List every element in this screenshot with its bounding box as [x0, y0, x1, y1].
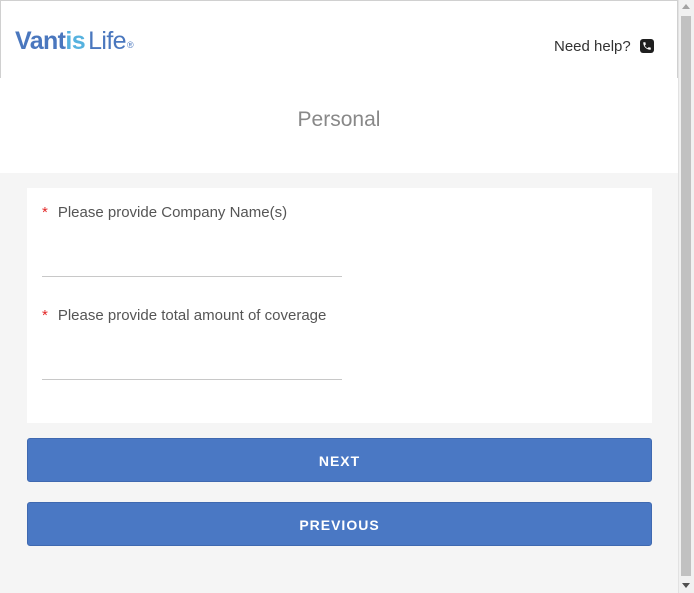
coverage-amount-input[interactable] — [42, 359, 342, 380]
site-header: Vantis Life® Need help? — [0, 0, 678, 79]
logo-text-vant: Vant — [15, 27, 66, 55]
next-button[interactable]: NEXT — [27, 438, 652, 482]
vantis-life-logo[interactable]: Vantis Life® — [15, 25, 134, 57]
coverage-amount-label: * Please provide total amount of coverage — [42, 306, 362, 326]
logo-text-is: is — [65, 27, 86, 55]
required-marker: * — [42, 307, 48, 324]
required-marker: * — [42, 204, 48, 221]
company-name-label-text: Please provide Company Name(s) — [57, 204, 288, 221]
page-title: Personal — [297, 108, 381, 131]
company-name-field: * Please provide Company Name(s) — [42, 203, 362, 277]
coverage-amount-label-text: Please provide total amount of coverage — [57, 307, 327, 324]
company-name-label: * Please provide Company Name(s) — [42, 203, 362, 223]
logo-text-life: Life — [88, 27, 127, 55]
scrollbar-thumb[interactable] — [681, 16, 691, 576]
vertical-scrollbar[interactable] — [678, 0, 694, 593]
form-card: * Please provide Company Name(s) * Please … — [27, 188, 652, 423]
need-help-link[interactable]: Need help? — [554, 36, 654, 56]
need-help-label: Need help? — [554, 37, 631, 55]
previous-button[interactable]: PREVIOUS — [27, 502, 652, 546]
logo-registered-mark: ® — [126, 40, 134, 50]
scroll-up-arrow-icon[interactable] — [682, 4, 690, 9]
phone-icon-glyph — [642, 42, 651, 50]
header-left-border — [0, 1, 1, 79]
page-viewport: Vantis Life® Need help? Personal * Please … — [0, 0, 678, 593]
coverage-amount-field: * Please provide total amount of coverage — [42, 306, 362, 380]
company-name-input[interactable] — [42, 256, 342, 277]
page-title-band: Personal — [0, 78, 678, 173]
scroll-down-arrow-icon[interactable] — [682, 583, 690, 588]
phone-icon — [639, 39, 654, 53]
